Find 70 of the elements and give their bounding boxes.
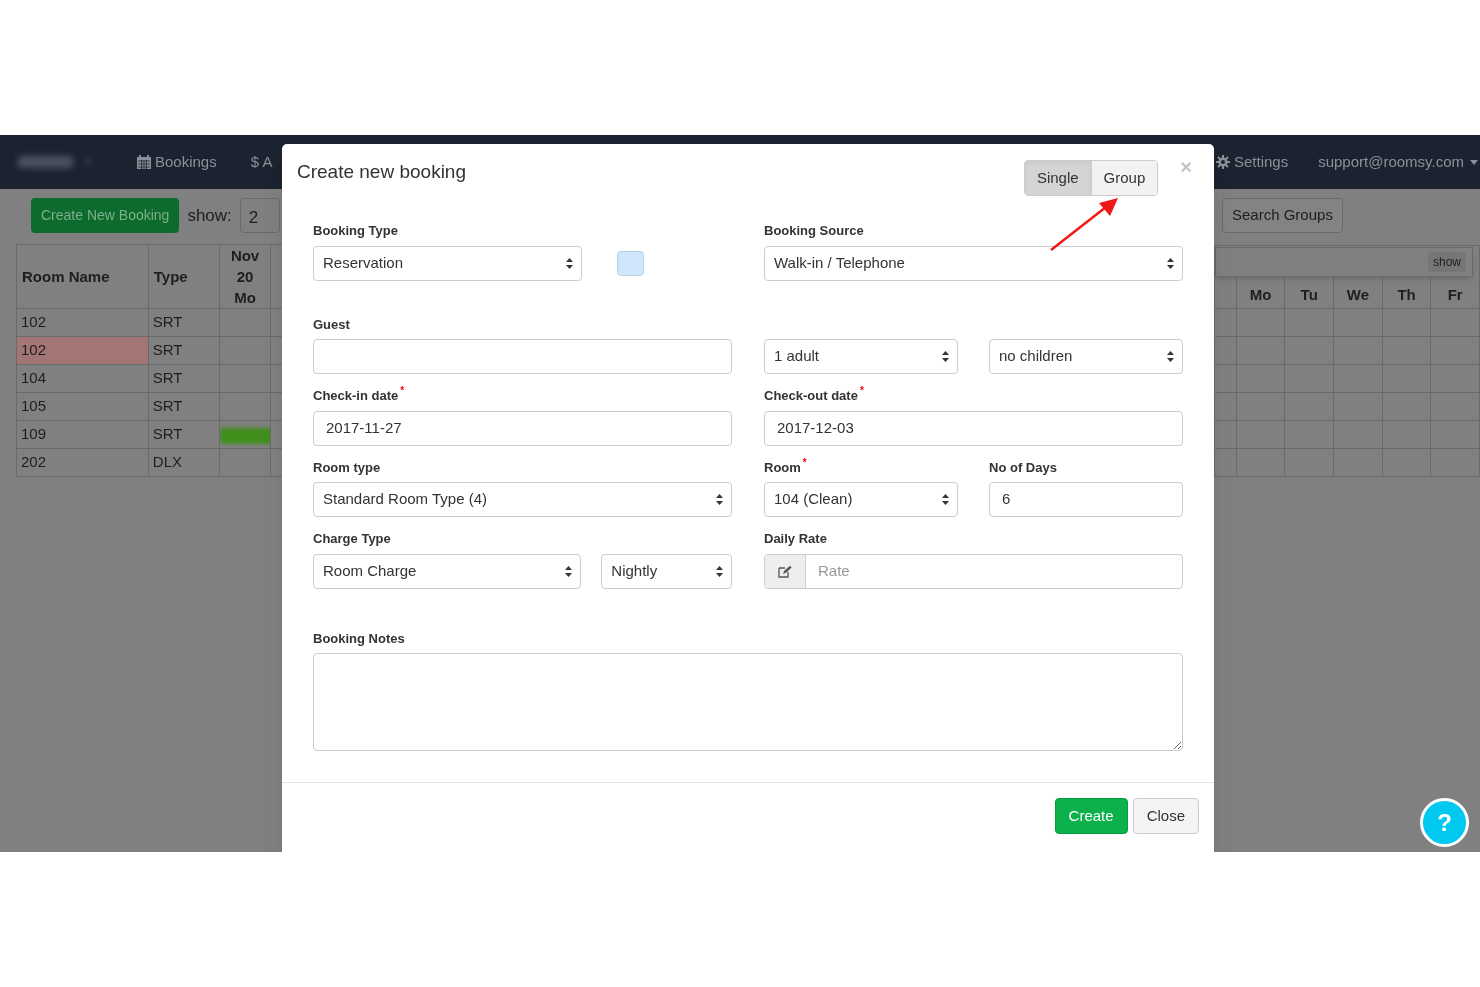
updown-arrows-icon: [942, 351, 949, 362]
rate-input[interactable]: Rate: [806, 554, 1182, 588]
field-label: Check-out date: [764, 387, 858, 405]
input-field[interactable]: 6: [989, 482, 1183, 517]
settings-icon: [1215, 155, 1230, 169]
updown-arrows-icon: [565, 565, 573, 577]
required-mark: *: [400, 386, 405, 398]
table-cell: SRT: [148, 336, 220, 365]
table-cell: SRT: [148, 420, 220, 449]
input-field[interactable]: [313, 339, 732, 374]
field-label: Booking Notes: [313, 629, 405, 648]
table-cell: DLX: [148, 448, 220, 477]
rate-field[interactable]: Rate: [764, 553, 1183, 589]
nav-link[interactable]: support@roomsy.com: [1318, 150, 1478, 174]
select-field[interactable]: 104 (Clean): [764, 482, 958, 517]
updown-arrows-icon: [566, 257, 573, 269]
column-header: Nov 20 Mo: [219, 244, 271, 309]
footer-button[interactable]: Close: [1132, 798, 1199, 834]
nav-link[interactable]: $ A: [250, 150, 273, 174]
select-field[interactable]: Walk-in / Telephone: [764, 245, 1183, 281]
column-header: Room Name: [16, 244, 149, 309]
notes-textarea[interactable]: [313, 653, 1183, 751]
caret-icon: [1470, 159, 1478, 165]
updown-arrows-icon: [942, 494, 949, 505]
table-cell: 104: [16, 364, 149, 393]
modal-title: Create new booking: [297, 160, 466, 184]
mode-toggle-tab[interactable]: Single: [1024, 161, 1091, 195]
select-field[interactable]: Nightly: [601, 553, 732, 589]
table-cell: 102: [16, 308, 149, 337]
required-mark: *: [802, 457, 807, 470]
select-field[interactable]: Reservation: [313, 245, 582, 281]
show-select[interactable]: 2: [239, 198, 280, 233]
field-label: Room: [764, 458, 801, 477]
column-header: Type: [148, 244, 220, 309]
select-field[interactable]: no children: [989, 339, 1183, 374]
table-cell: 202: [16, 448, 149, 477]
table-cell: 109: [16, 420, 149, 449]
mode-toggle-tab[interactable]: Group: [1090, 161, 1158, 195]
input-field[interactable]: 2017-12-03: [764, 410, 1183, 446]
select-field[interactable]: Standard Room Type (4): [313, 482, 732, 517]
field-label: Check-in date: [313, 387, 399, 405]
field-label: Charge Type: [313, 530, 391, 548]
field-label: Booking Type: [313, 222, 398, 240]
updown-arrows-icon: [1167, 351, 1174, 362]
select-field[interactable]: Room Charge: [313, 553, 582, 589]
table-cell: 105: [16, 392, 149, 421]
field-label: Booking Source: [764, 222, 864, 240]
field-label: Room type: [313, 458, 381, 477]
calendar-icon: [137, 155, 151, 169]
updown-arrows-icon: [716, 565, 723, 577]
color-swatch[interactable]: [617, 250, 644, 276]
edit-icon: [778, 564, 792, 578]
input-field[interactable]: 2017-11-27: [313, 410, 732, 446]
show-button[interactable]: show: [1428, 252, 1466, 272]
field-label: Daily Rate: [764, 530, 827, 548]
nav-link[interactable]: Settings: [1215, 150, 1289, 174]
updown-arrows-icon: [1167, 257, 1174, 269]
table-cell: SRT: [148, 392, 220, 421]
required-mark: *: [859, 386, 864, 398]
updown-arrows-icon: [716, 494, 723, 505]
search-groups-button[interactable]: Search Groups: [1222, 198, 1343, 233]
field-label: No of Days: [989, 458, 1057, 477]
nav-link[interactable]: Bookings: [137, 150, 217, 174]
table-cell: SRT: [148, 308, 220, 337]
show-label: show:: [187, 204, 232, 227]
select-field[interactable]: 1 adult: [764, 339, 958, 374]
table-cell: SRT: [148, 364, 220, 393]
arrow-annotation: [1048, 195, 1120, 253]
table-cell: 102: [16, 336, 149, 365]
field-label: Guest: [313, 315, 350, 334]
